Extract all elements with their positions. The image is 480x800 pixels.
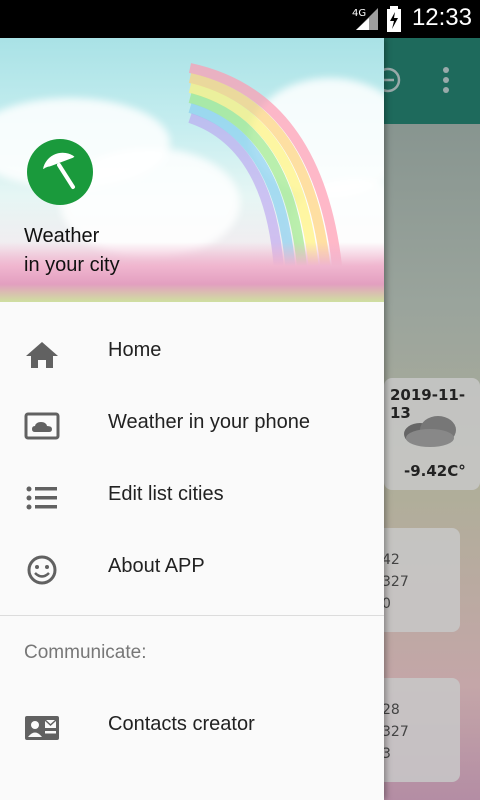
forecast-temp: -9.42C° [404,462,466,480]
contact-card-icon [25,716,59,740]
drawer-item-weather-in-phone[interactable]: Weather in your phone [0,387,384,459]
drawer-item-home[interactable]: Home [0,315,384,387]
cloud-icon [404,416,456,447]
umbrella-icon [43,152,76,189]
divider [0,615,384,616]
city-card-line2: 327 [382,724,409,740]
city-card-line1: 28 [382,702,400,718]
city-card-line1: 42 [382,552,400,568]
forecast-card[interactable]: 2019-11-13 -9.42C° [384,378,480,490]
app-title: Weather in your city [24,222,120,280]
network-type: 4G [352,8,366,19]
section-title-communicate: Communicate: [24,642,147,663]
drawer-item-label: Contacts creator [108,713,255,735]
signal-icon: 4G [352,8,378,30]
navigation-drawer: Weather in your city Home Weather in you… [0,38,384,800]
drawer-item-about-app[interactable]: About APP [0,531,384,603]
more-options-icon[interactable] [440,66,452,94]
city-card-line2: 327 [382,574,409,590]
app-title-line1: Weather [24,225,100,247]
drawer-item-label: Edit list cities [108,483,224,505]
drawer-item-contacts-creator[interactable]: Contacts creator [0,689,384,761]
drawer-item-label: Weather in your phone [108,411,310,433]
battery-icon [387,6,401,32]
app-logo [27,139,93,205]
drawer-item-edit-list-cities[interactable]: Edit list cities [0,459,384,531]
list-icon [26,486,57,510]
smiley-icon [27,555,57,585]
clock: 12:33 [411,4,472,31]
cloud-screen-icon [24,412,60,440]
drawer-item-label: About APP [108,555,205,577]
app-title-line2: in your city [24,254,120,276]
status-bar: 4G 12:33 [0,0,480,38]
drawer-header: Weather in your city [0,38,384,302]
home-icon [26,342,58,368]
drawer-item-label: Home [108,339,162,361]
